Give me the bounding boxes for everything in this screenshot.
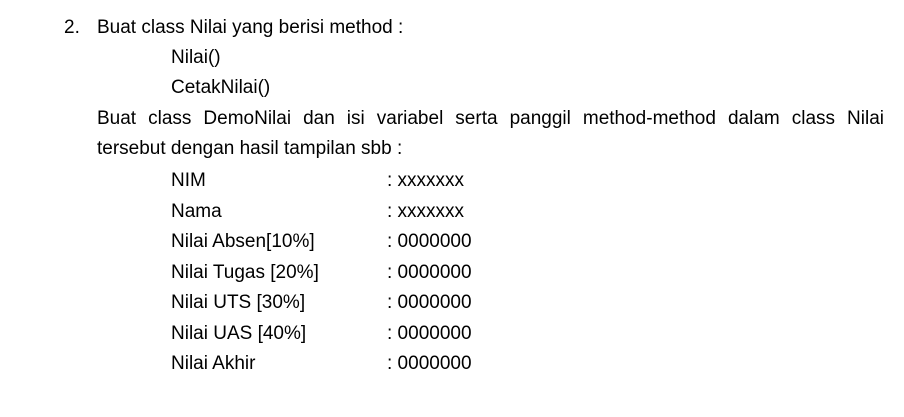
output-label: NIM	[171, 170, 206, 191]
method-name: Nilai()	[171, 47, 221, 68]
output-value: : 0000000	[387, 353, 472, 374]
output-value: : 0000000	[387, 261, 472, 283]
output-value: : 0000000	[387, 292, 472, 313]
output-label: Nilai UTS [30%]	[171, 292, 306, 313]
task-paragraph: Buat class DemoNilai dan isi variabel se…	[97, 104, 884, 164]
output-label: Nilai Tugas [20%]	[171, 261, 319, 283]
output-label: Nama	[171, 200, 222, 222]
method-name: CetakNilai()	[171, 77, 271, 98]
output-table: NIM : xxxxxxx Nama : xxxxxxx Nilai Absen…	[171, 166, 571, 380]
paragraph-line: tersebut dengan hasil tampilan sbb :	[97, 138, 403, 159]
item-instruction: Buat class Nilai yang berisi method :	[97, 17, 404, 38]
output-row: Nilai Tugas [20%] : 0000000	[171, 258, 571, 289]
output-row: Nilai UTS [30%] : 0000000	[171, 288, 571, 319]
output-label: Nilai UAS [40%]	[171, 322, 307, 344]
output-label: Nilai Absen[10%]	[171, 231, 315, 252]
output-row: Nilai Akhir : 0000000	[171, 349, 571, 380]
output-value: : xxxxxxx	[387, 170, 465, 191]
output-row: Nilai Absen[10%] : 0000000	[171, 227, 571, 258]
paragraph-line: Buat class DemoNilai dan isi variabel se…	[97, 108, 884, 129]
output-value: : xxxxxxx	[387, 200, 465, 222]
output-value: : 0000000	[387, 231, 472, 252]
item-number: 2.	[64, 17, 80, 38]
output-row: NIM : xxxxxxx	[171, 166, 571, 197]
output-row: Nama : xxxxxxx	[171, 197, 571, 228]
document-page: 2. Buat class Nilai yang berisi method :…	[0, 0, 904, 417]
output-value: : 0000000	[387, 322, 472, 344]
output-label: Nilai Akhir	[171, 353, 256, 374]
output-row: Nilai UAS [40%] : 0000000	[171, 319, 571, 350]
